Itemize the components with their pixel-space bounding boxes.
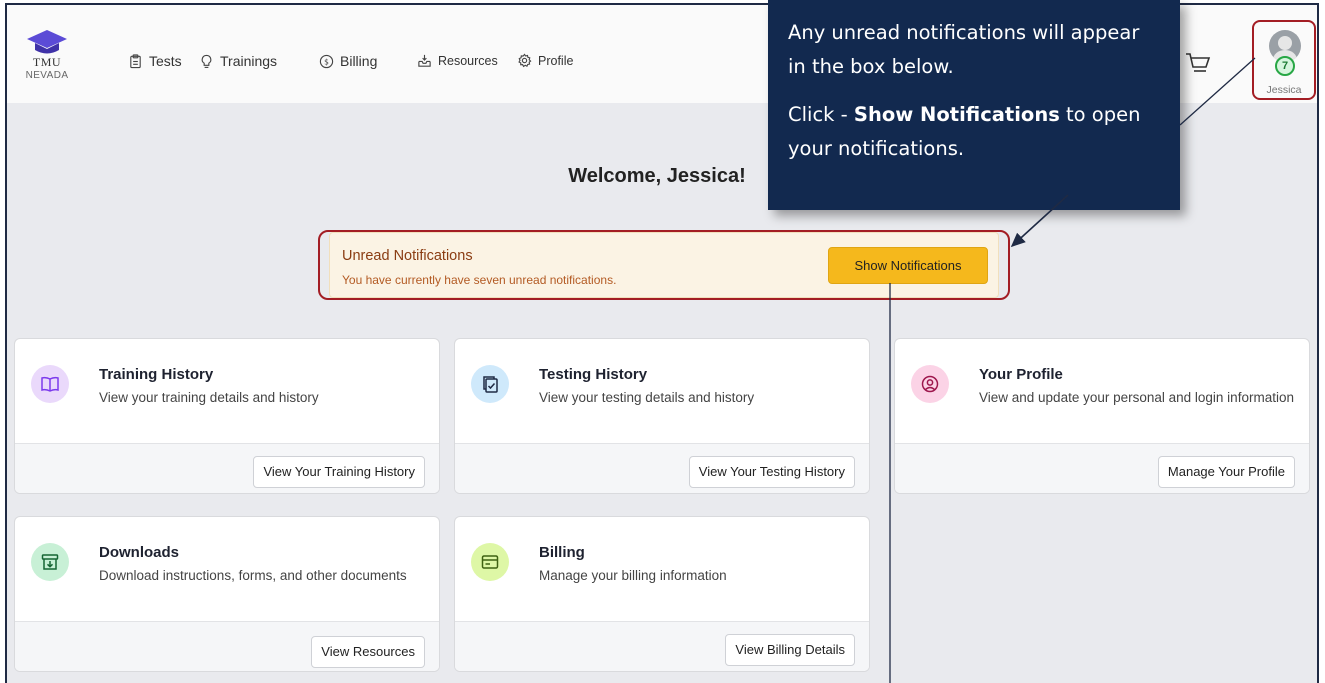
inbox-icon: [418, 54, 431, 67]
nav-resources-label: Resources: [438, 53, 498, 68]
user-avatar-button[interactable]: 7 Jessica: [1252, 20, 1316, 100]
nav-trainings[interactable]: Trainings: [199, 53, 277, 69]
card-title: Billing: [539, 544, 585, 561]
archive-download-icon: [41, 554, 59, 570]
nav-trainings-label: Trainings: [220, 53, 278, 69]
view-training-history-button[interactable]: View Your Training History: [253, 456, 425, 488]
clipboard-icon: [130, 53, 141, 68]
testing-history-card: Testing History View your testing detail…: [454, 338, 870, 494]
card-description: View your training details and history: [99, 390, 319, 405]
view-testing-history-button[interactable]: View Your Testing History: [688, 456, 855, 488]
card-icon-wrapper: [31, 543, 69, 581]
nav-tests-label: Tests: [149, 53, 182, 69]
card-title: Training History: [99, 366, 214, 383]
gear-icon: [518, 53, 532, 68]
nav-resources[interactable]: Resources: [417, 53, 498, 68]
svg-text:$: $: [324, 57, 329, 66]
notification-count-badge: 7: [1275, 56, 1295, 76]
callout-line-1: Any unread notifications will appear in …: [788, 21, 1140, 78]
manage-profile-button[interactable]: Manage Your Profile: [1157, 456, 1295, 488]
logo[interactable]: TMU NEVADA: [25, 27, 69, 81]
card-footer: Manage Your Profile: [895, 443, 1309, 493]
card-footer: View Billing Details: [455, 621, 869, 671]
nav-billing[interactable]: $ Billing: [319, 53, 377, 69]
billing-card: Billing Manage your billing information …: [454, 516, 870, 672]
card-description: View and update your personal and login …: [979, 390, 1294, 405]
your-profile-card: Your Profile View and update your person…: [894, 338, 1310, 494]
callout-bold: Show Notifications: [853, 103, 1060, 126]
callout-prefix: Click -: [788, 103, 854, 126]
nav-profile-label: Profile: [538, 53, 574, 68]
card-description: Download instructions, forms, and other …: [99, 568, 407, 583]
cart-icon[interactable]: [1185, 51, 1211, 75]
card-footer: View Your Testing History: [455, 443, 869, 493]
card-title: Downloads: [99, 544, 180, 561]
card-footer: View Your Training History: [15, 443, 439, 493]
lightbulb-icon: [201, 54, 212, 68]
nav-tests[interactable]: Tests: [128, 53, 182, 69]
avatar-username: Jessica: [1266, 84, 1302, 96]
logo-state: NEVADA: [25, 70, 69, 81]
book-icon: [41, 376, 59, 392]
clipboard-check-icon: [483, 376, 498, 393]
highlight-bracket: [318, 230, 1010, 300]
view-resources-button[interactable]: View Resources: [311, 636, 425, 668]
training-history-card: Training History View your training deta…: [14, 338, 440, 494]
view-billing-details-button[interactable]: View Billing Details: [725, 634, 855, 666]
card-description: View your testing details and history: [539, 390, 755, 405]
dollar-circle-icon: $: [319, 54, 334, 68]
card-footer: View Resources: [15, 621, 439, 671]
card-icon-wrapper: [471, 543, 509, 581]
credit-card-icon: [481, 555, 499, 569]
nav-billing-label: Billing: [340, 53, 378, 69]
card-title: Testing History: [539, 366, 648, 383]
card-icon-wrapper: [31, 365, 69, 403]
downloads-card: Downloads Download instructions, forms, …: [14, 516, 440, 672]
card-icon-wrapper: [911, 365, 949, 403]
user-circle-icon: [921, 375, 939, 393]
card-description: Manage your billing information: [539, 568, 727, 583]
tutorial-callout: Any unread notifications will appear in …: [768, 0, 1180, 210]
callout-line-2: Click - Show Notifications to open your …: [788, 98, 1160, 166]
card-title: Your Profile: [979, 366, 1063, 383]
nav-profile[interactable]: Profile: [517, 53, 573, 68]
graduation-cap-icon: [27, 30, 67, 54]
logo-brand: TMU: [32, 55, 62, 69]
card-icon-wrapper: [471, 365, 509, 403]
